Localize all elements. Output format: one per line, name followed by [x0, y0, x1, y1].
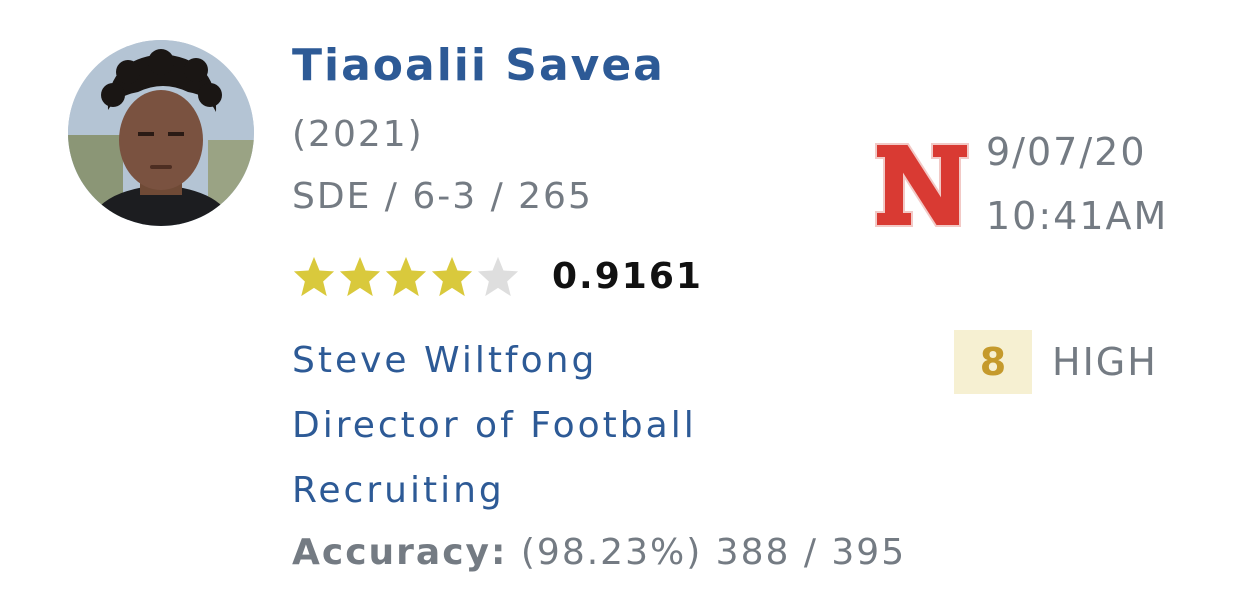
accuracy-label: Accuracy: — [292, 532, 508, 573]
analyst-name[interactable]: Steve Wiltfong — [292, 340, 597, 381]
confidence-score-badge: 8 — [954, 330, 1032, 394]
analyst-title-line1: Director of Football — [292, 405, 697, 446]
position-height-weight: SDE / 6-3 / 265 — [292, 176, 593, 217]
star-rating — [292, 254, 520, 298]
prediction-date: 9/07/20 — [986, 130, 1147, 174]
star-empty-icon — [476, 255, 520, 297]
nebraska-n-logo-icon[interactable] — [874, 142, 970, 228]
accuracy-value: (98.23%) 388 / 395 — [520, 532, 907, 573]
player-photo-icon — [68, 40, 254, 226]
analyst-title-line2: Recruiting — [292, 470, 505, 511]
prediction-time: 10:41AM — [986, 194, 1169, 238]
player-name[interactable]: Tiaoalii Savea — [292, 40, 665, 91]
star-filled-icon — [430, 255, 474, 297]
class-year: (2021) — [292, 114, 424, 155]
analyst-accuracy: Accuracy: (98.23%) 388 / 395 — [292, 532, 906, 573]
prediction-card: Tiaoalii Savea (2021) SDE / 6-3 / 265 0.… — [0, 0, 1242, 604]
star-filled-icon — [384, 255, 428, 297]
star-filled-icon — [338, 255, 382, 297]
confidence-level: HIGH — [1052, 340, 1158, 384]
star-filled-icon — [292, 255, 336, 297]
player-rating: 0.9161 — [552, 256, 703, 297]
player-avatar[interactable] — [68, 40, 254, 226]
